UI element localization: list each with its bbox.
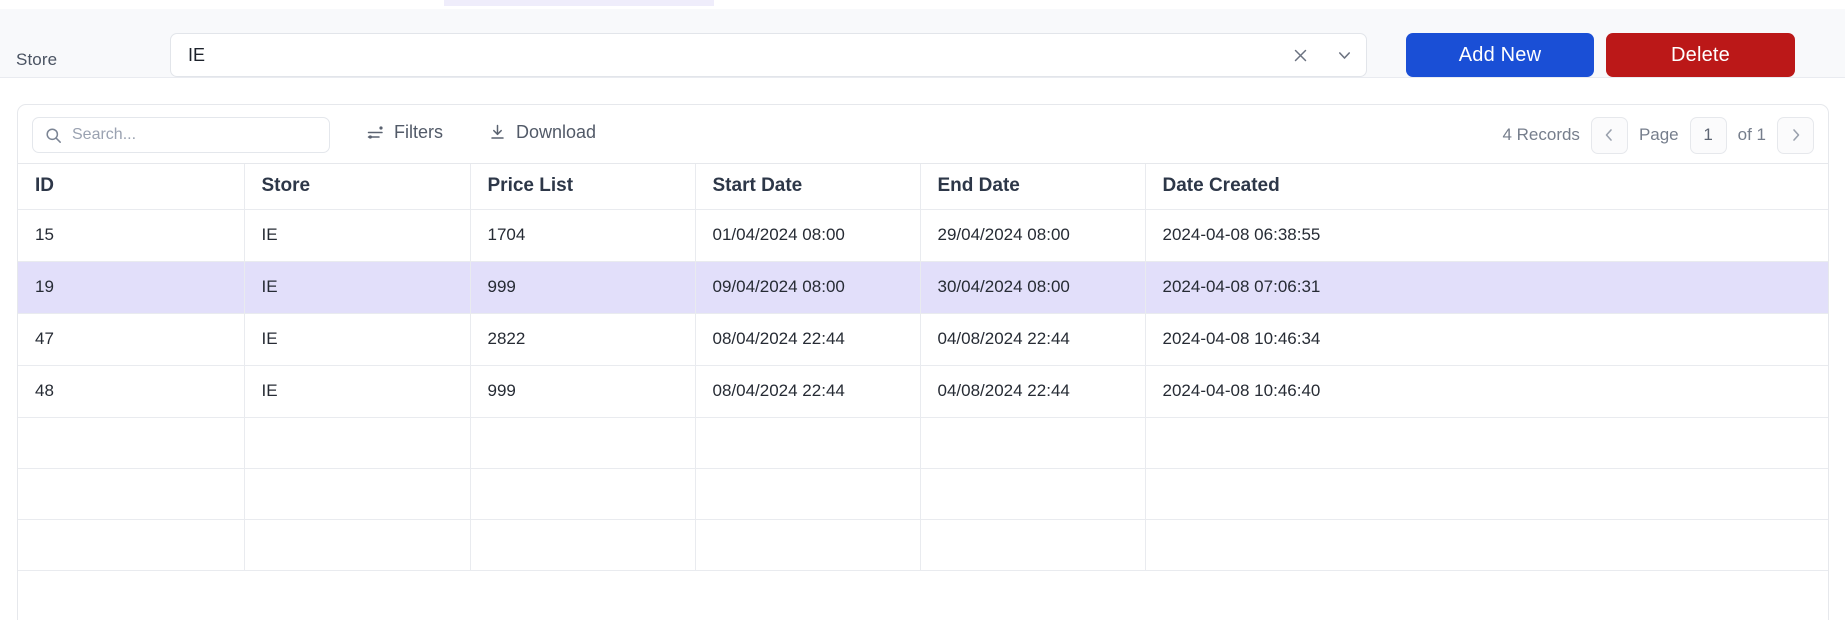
search-box[interactable]: [32, 117, 330, 153]
cell-date-created[interactable]: 2024-04-08 10:46:40: [1145, 365, 1828, 418]
cell-empty: [18, 519, 245, 571]
cell-store[interactable]: IE: [244, 261, 471, 314]
table-row[interactable]: 19 IE 999 09/04/2024 08:00 30/04/2024 08:00 2…: [18, 261, 1828, 314]
cell-empty: [1145, 519, 1828, 571]
grid-toolbar: Filters Download 4 Records Page: [18, 105, 1828, 164]
records-count: 4 Records: [1502, 125, 1580, 144]
cell-price-list[interactable]: 999: [470, 261, 696, 314]
cell-empty: [920, 417, 1146, 469]
cell-empty: [1145, 417, 1828, 469]
cell-id[interactable]: 19: [18, 261, 245, 314]
price-list-table: ID Store Price List Start Date End Date Date …: [18, 164, 1828, 571]
cell-end-date[interactable]: 04/08/2024 22:44: [920, 365, 1146, 418]
column-header-price-list[interactable]: Price List: [470, 164, 696, 210]
cell-date-created[interactable]: 2024-04-08 10:46:34: [1145, 313, 1828, 366]
cell-empty: [695, 519, 921, 571]
previous-page-button[interactable]: [1590, 116, 1628, 154]
cell-empty: [18, 417, 245, 469]
cell-empty: [470, 417, 696, 469]
table-row[interactable]: 47 IE 2822 08/04/2024 22:44 04/08/2024 22:44…: [18, 313, 1828, 366]
cell-id[interactable]: 15: [18, 209, 245, 262]
page-label: Page: [1638, 125, 1679, 144]
store-label: Store: [16, 50, 58, 69]
cell-price-list[interactable]: 999: [470, 365, 696, 418]
table-header: ID Store Price List Start Date End Date Date …: [18, 164, 1828, 210]
chevron-down-icon[interactable]: [1322, 33, 1366, 77]
table-header-row: ID Store Price List Start Date End Date Date …: [18, 164, 1828, 210]
cell-store[interactable]: IE: [244, 313, 471, 366]
cell-price-list[interactable]: 1704: [470, 209, 696, 262]
table-row-empty: [18, 519, 1828, 571]
cell-empty: [244, 468, 471, 520]
cell-id[interactable]: 48: [18, 365, 245, 418]
cell-start-date[interactable]: 08/04/2024 22:44: [695, 365, 921, 418]
cell-empty: [244, 417, 471, 469]
search-icon: [33, 127, 62, 144]
price-list-manager-screen: Store IE Add New Delete Search... Filter…: [0, 0, 1845, 620]
search-input[interactable]: [62, 126, 329, 144]
pagination: 4 Records Page of 1: [1502, 116, 1814, 154]
data-grid-card: Filters Download 4 Records Page: [17, 104, 1829, 620]
filter-bar: Store IE Add New Delete: [0, 9, 1845, 78]
table-row-empty: [18, 468, 1828, 520]
column-header-store[interactable]: Store: [244, 164, 471, 210]
cell-empty: [1145, 468, 1828, 520]
filters-label: Filters: [394, 122, 443, 142]
cell-end-date[interactable]: 30/04/2024 08:00: [920, 261, 1146, 314]
delete-button[interactable]: Delete: [1606, 33, 1795, 77]
total-pages-label: of 1: [1737, 125, 1766, 144]
cell-id[interactable]: 47: [18, 313, 245, 366]
cell-start-date[interactable]: 08/04/2024 22:44: [695, 313, 921, 366]
cell-empty: [18, 468, 245, 520]
store-select-value[interactable]: IE: [171, 46, 1278, 64]
cell-price-list[interactable]: 2822: [470, 313, 696, 366]
download-label: Download: [516, 122, 597, 142]
cell-start-date[interactable]: 09/04/2024 08:00: [695, 261, 921, 314]
table-row-empty: [18, 417, 1828, 469]
cell-start-date[interactable]: 01/04/2024 08:00: [695, 209, 921, 262]
partial-tab-sliver: [444, 0, 714, 6]
cell-date-created[interactable]: 2024-04-08 07:06:31: [1145, 261, 1828, 314]
cell-store[interactable]: IE: [244, 209, 471, 262]
filter-lines-icon: [366, 123, 385, 142]
cell-empty: [920, 468, 1146, 520]
table-row[interactable]: 15 IE 1704 01/04/2024 08:00 29/04/2024 08:00…: [18, 209, 1828, 262]
cell-end-date[interactable]: 29/04/2024 08:00: [920, 209, 1146, 262]
page-number-input[interactable]: [1689, 116, 1727, 154]
add-new-button[interactable]: Add New: [1406, 33, 1594, 77]
table-row[interactable]: 48 IE 999 08/04/2024 22:44 04/08/2024 22:44 2…: [18, 365, 1828, 418]
cell-empty: [470, 519, 696, 571]
cell-empty: [470, 468, 696, 520]
column-header-id[interactable]: ID: [18, 164, 245, 210]
cell-store[interactable]: IE: [244, 365, 471, 418]
close-icon[interactable]: [1278, 33, 1322, 77]
download-icon: [488, 123, 507, 142]
filters-button[interactable]: Filters: [366, 122, 443, 143]
cell-end-date[interactable]: 04/08/2024 22:44: [920, 313, 1146, 366]
cell-date-created[interactable]: 2024-04-08 06:38:55: [1145, 209, 1828, 262]
store-select[interactable]: IE: [170, 33, 1367, 77]
cell-empty: [695, 468, 921, 520]
next-page-button[interactable]: [1777, 116, 1814, 154]
download-button[interactable]: Download: [488, 122, 596, 143]
column-header-end-date[interactable]: End Date: [920, 164, 1146, 210]
column-header-date-created[interactable]: Date Created: [1145, 164, 1828, 210]
cell-empty: [920, 519, 1146, 571]
table-body: 15 IE 1704 01/04/2024 08:00 29/04/2024 08:00…: [18, 209, 1828, 571]
cell-empty: [695, 417, 921, 469]
column-header-start-date[interactable]: Start Date: [695, 164, 921, 210]
cell-empty: [244, 519, 471, 571]
